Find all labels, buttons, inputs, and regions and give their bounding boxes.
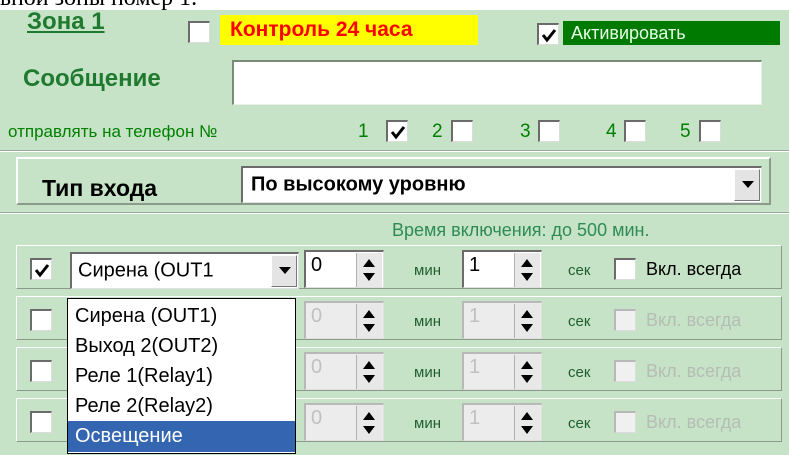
zone-title: Зона 1 bbox=[27, 8, 105, 35]
input-type-value: По высокому уровню bbox=[251, 173, 466, 196]
output-1-seconds-spin-buttons[interactable] bbox=[514, 253, 540, 287]
output-3-always-checkbox[interactable] bbox=[614, 360, 636, 382]
checkmark-icon bbox=[34, 264, 50, 278]
dropdown-arrow-icon bbox=[742, 181, 754, 188]
input-type-label: Тип входа bbox=[42, 175, 158, 201]
phone-3-checkbox[interactable] bbox=[538, 120, 560, 142]
output-2-minutes-value: 0 bbox=[311, 305, 323, 327]
output-1-seconds-spinner[interactable]: 1 bbox=[462, 250, 542, 288]
output-2-seconds-value: 1 bbox=[469, 305, 481, 327]
output-1-enable-checkbox[interactable] bbox=[30, 258, 52, 280]
output-2-seconds-spinner[interactable]: 1 bbox=[462, 301, 542, 339]
output-1-min-label: мин bbox=[414, 262, 441, 279]
output-3-enable-checkbox[interactable] bbox=[30, 360, 52, 382]
dropdown-option-relay2[interactable]: Реле 2(Relay2) bbox=[68, 391, 295, 422]
output-3-seconds-spin-buttons[interactable] bbox=[514, 355, 540, 389]
output-dropdown-list: Сирена (OUT1) Выход 2(OUT2) Реле 1(Relay… bbox=[67, 298, 296, 454]
output-4-seconds-value: 1 bbox=[469, 407, 481, 429]
output-1-minutes-spin-buttons[interactable] bbox=[356, 253, 382, 287]
output-1-value: Сирена (OUT1 bbox=[78, 259, 214, 282]
spin-up-down-icon bbox=[363, 412, 375, 434]
output-4-seconds-spinner[interactable]: 1 bbox=[462, 403, 542, 441]
output-4-min-label: мин bbox=[414, 415, 441, 432]
dropdown-arrow-icon bbox=[279, 267, 291, 274]
output-2-always-label: Вкл. всегда bbox=[646, 310, 742, 330]
checkmark-icon bbox=[541, 29, 557, 43]
control-24h-label: Контроль 24 часа bbox=[220, 15, 478, 45]
output-1-minutes-value: 0 bbox=[311, 254, 323, 276]
activate-checkbox[interactable] bbox=[537, 23, 559, 45]
spin-up-down-icon bbox=[521, 310, 533, 332]
output-3-minutes-value: 0 bbox=[311, 356, 323, 378]
output-4-seconds-spin-buttons[interactable] bbox=[514, 406, 540, 440]
spin-up-down-icon bbox=[521, 259, 533, 281]
output-3-sec-label: сек bbox=[568, 364, 591, 381]
output-1-select[interactable]: Сирена (OUT1 bbox=[70, 252, 299, 289]
output-1-always-checkbox[interactable] bbox=[614, 258, 636, 280]
phone-3-label: 3 bbox=[520, 121, 531, 142]
input-type-select[interactable]: По высокому уровню bbox=[241, 166, 762, 203]
spin-up-down-icon bbox=[363, 259, 375, 281]
output-3-seconds-spinner[interactable]: 1 bbox=[462, 352, 542, 390]
spin-up-down-icon bbox=[363, 310, 375, 332]
output-1-seconds-value: 1 bbox=[469, 254, 481, 276]
output-1-dropdown-button[interactable] bbox=[271, 255, 297, 287]
output-4-minutes-spinner[interactable]: 0 bbox=[304, 403, 384, 441]
spin-up-down-icon bbox=[521, 361, 533, 383]
control-24h-checkbox[interactable] bbox=[188, 21, 210, 43]
output-2-enable-checkbox[interactable] bbox=[30, 309, 52, 331]
input-type-dropdown-button[interactable] bbox=[734, 169, 760, 201]
output-1-sec-label: сек bbox=[568, 262, 591, 279]
top-text-fragment: ьной зоны номер 1. bbox=[0, 0, 789, 10]
output-4-minutes-spin-buttons[interactable] bbox=[356, 406, 382, 440]
phone-2-label: 2 bbox=[432, 121, 443, 142]
output-2-sec-label: сек bbox=[568, 313, 591, 330]
message-input[interactable] bbox=[232, 60, 762, 105]
output-4-enable-checkbox[interactable] bbox=[30, 411, 52, 433]
dropdown-option-relay1[interactable]: Реле 1(Relay1) bbox=[68, 361, 295, 392]
phone-1-checkbox[interactable] bbox=[386, 120, 408, 142]
phone-5-checkbox[interactable] bbox=[699, 120, 721, 142]
checkmark-icon bbox=[390, 126, 406, 140]
output-4-minutes-value: 0 bbox=[311, 407, 323, 429]
send-to-phone-label: отправлять на телефон № bbox=[8, 122, 218, 141]
spin-up-down-icon bbox=[521, 412, 533, 434]
phone-4-label: 4 bbox=[606, 121, 617, 142]
output-4-always-label: Вкл. всегда bbox=[646, 412, 742, 432]
phone-2-checkbox[interactable] bbox=[451, 120, 473, 142]
output-2-always-checkbox[interactable] bbox=[614, 309, 636, 331]
time-caption: Время включения: до 500 мин. bbox=[392, 220, 650, 240]
dropdown-option-output2[interactable]: Выход 2(OUT2) bbox=[68, 331, 295, 362]
output-4-sec-label: сек bbox=[568, 415, 591, 432]
phone-5-label: 5 bbox=[680, 121, 691, 142]
output-1-always-label: Вкл. всегда bbox=[646, 259, 742, 279]
dropdown-option-lighting[interactable]: Освещение bbox=[68, 421, 295, 452]
spin-up-down-icon bbox=[363, 361, 375, 383]
output-2-minutes-spin-buttons[interactable] bbox=[356, 304, 382, 338]
output-3-min-label: мин bbox=[414, 364, 441, 381]
output-3-minutes-spin-buttons[interactable] bbox=[356, 355, 382, 389]
output-2-seconds-spin-buttons[interactable] bbox=[514, 304, 540, 338]
output-3-minutes-spinner[interactable]: 0 bbox=[304, 352, 384, 390]
phone-1-label: 1 bbox=[358, 121, 369, 142]
activate-label: Активировать bbox=[563, 21, 780, 45]
output-2-min-label: мин bbox=[414, 313, 441, 330]
output-2-minutes-spinner[interactable]: 0 bbox=[304, 301, 384, 339]
message-label: Сообщение bbox=[23, 65, 161, 92]
output-1-minutes-spinner[interactable]: 0 bbox=[304, 250, 384, 288]
output-3-seconds-value: 1 bbox=[469, 356, 481, 378]
divider bbox=[0, 150, 789, 152]
output-4-always-checkbox[interactable] bbox=[614, 411, 636, 433]
dropdown-option-siren[interactable]: Сирена (OUT1) bbox=[68, 301, 295, 332]
phone-4-checkbox[interactable] bbox=[624, 120, 646, 142]
divider bbox=[0, 212, 789, 214]
output-3-always-label: Вкл. всегда bbox=[646, 361, 742, 381]
